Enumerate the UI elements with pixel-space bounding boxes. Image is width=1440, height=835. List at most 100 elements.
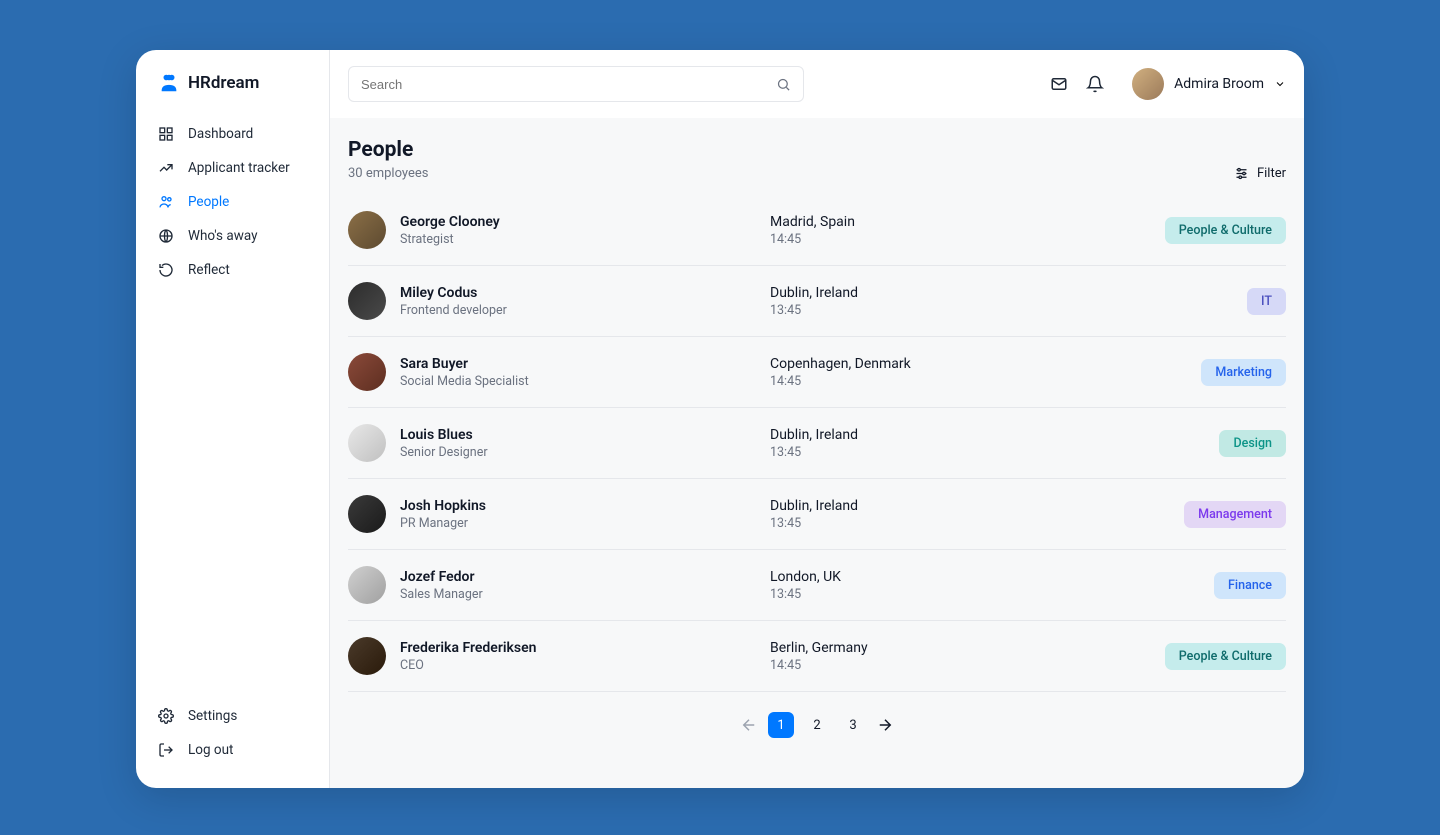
employee-name: George Clooney <box>400 214 770 230</box>
department-tag: Marketing <box>1201 359 1286 386</box>
logo-icon <box>158 72 180 94</box>
page-title: People <box>348 138 1286 162</box>
app-window: HRdream Dashboard Applicant tracker Peop… <box>136 50 1304 788</box>
employee-name: Sara Buyer <box>400 356 770 372</box>
search-input[interactable] <box>361 77 776 92</box>
globe-icon <box>158 228 174 244</box>
search-box[interactable] <box>348 66 804 102</box>
page-header: People 30 employees Filter <box>348 138 1286 181</box>
employee-role: PR Manager <box>400 516 770 531</box>
sidebar-item-applicant-tracker[interactable]: Applicant tracker <box>136 152 329 184</box>
avatar <box>348 211 386 249</box>
content: People 30 employees Filter George Cloone… <box>330 118 1304 788</box>
next-page-arrow-icon[interactable] <box>876 716 894 734</box>
employee-location-col: London, UK13:45 <box>770 569 1146 602</box>
filter-label: Filter <box>1257 166 1286 181</box>
logout-icon <box>158 742 174 758</box>
employee-identity: Josh HopkinsPR Manager <box>400 498 770 531</box>
department-tag: Design <box>1219 430 1286 457</box>
page-numbers: 123 <box>768 712 866 738</box>
employee-identity: Sara Buyer Social Media Specialist <box>400 356 770 389</box>
employee-role: Sales Manager <box>400 587 770 602</box>
sidebar-label: Settings <box>188 708 237 724</box>
logo-text: HRdream <box>188 73 259 93</box>
avatar <box>348 566 386 604</box>
user-menu[interactable]: Admira Broom <box>1132 68 1286 100</box>
employee-location: Dublin, Ireland <box>770 498 1146 514</box>
page-number[interactable]: 1 <box>768 712 794 738</box>
sidebar-item-settings[interactable]: Settings <box>136 700 329 732</box>
sidebar-item-logout[interactable]: Log out <box>136 734 329 766</box>
department-tag: Management <box>1184 501 1286 528</box>
employee-time: 13:45 <box>770 445 1146 460</box>
employee-identity: Frederika Frederiksen CEO <box>400 640 770 673</box>
avatar <box>348 637 386 675</box>
employee-identity: Jozef Fedor Sales Manager <box>400 569 770 602</box>
employee-role: Frontend developer <box>400 303 770 318</box>
filter-icon <box>1234 166 1249 181</box>
department-tag: People & Culture <box>1165 217 1286 244</box>
employee-location-col: Dublin, Ireland 13:45 <box>770 498 1146 531</box>
mail-icon[interactable] <box>1050 75 1068 93</box>
employee-row[interactable]: Sara Buyer Social Media SpecialistCopenha… <box>348 337 1286 408</box>
employee-identity: George ClooneyStrategist <box>400 214 770 247</box>
employee-tag-col: Design <box>1146 430 1286 457</box>
employee-count: 30 employees <box>348 166 428 181</box>
topbar: Admira Broom <box>330 50 1304 118</box>
employee-identity: Louis BluesSenior Designer <box>400 427 770 460</box>
employee-role: CEO <box>400 658 770 673</box>
bottom-nav: Settings Log out <box>136 700 329 766</box>
sidebar-label: Dashboard <box>188 126 253 142</box>
sidebar-item-people[interactable]: People <box>136 186 329 218</box>
avatar <box>348 282 386 320</box>
employee-row[interactable]: Jozef Fedor Sales ManagerLondon, UK13:45F… <box>348 550 1286 621</box>
search-icon <box>776 77 791 92</box>
employee-tag-col: Management <box>1146 501 1286 528</box>
filter-button[interactable]: Filter <box>1234 166 1286 181</box>
employee-location-col: Dublin, Ireland13:45 <box>770 285 1146 318</box>
employee-tag-col: Finance <box>1146 572 1286 599</box>
employee-location: Madrid, Spain <box>770 214 1146 230</box>
sidebar-label: Applicant tracker <box>188 160 290 176</box>
chevron-down-icon <box>1274 78 1286 90</box>
sidebar-item-whos-away[interactable]: Who's away <box>136 220 329 252</box>
employee-role: Social Media Specialist <box>400 374 770 389</box>
sidebar-item-reflect[interactable]: Reflect <box>136 254 329 286</box>
employee-role: Senior Designer <box>400 445 770 460</box>
employee-row[interactable]: Louis BluesSenior DesignerDublin, Irelan… <box>348 408 1286 479</box>
dashboard-icon <box>158 126 174 142</box>
employee-row[interactable]: Miley CodusFrontend developerDublin, Ire… <box>348 266 1286 337</box>
employee-row[interactable]: Frederika Frederiksen CEOBerlin, Germany1… <box>348 621 1286 692</box>
employee-row[interactable]: Josh HopkinsPR ManagerDublin, Ireland 13:… <box>348 479 1286 550</box>
department-tag: People & Culture <box>1165 643 1286 670</box>
employee-tag-col: People & Culture <box>1146 643 1286 670</box>
sidebar-label: Log out <box>188 742 233 758</box>
employee-time: 13:45 <box>770 303 1146 318</box>
sidebar-item-dashboard[interactable]: Dashboard <box>136 118 329 150</box>
employee-name: Jozef Fedor <box>400 569 770 585</box>
logo: HRdream <box>136 72 329 118</box>
employee-row[interactable]: George ClooneyStrategistMadrid, Spain 14:… <box>348 195 1286 266</box>
bell-icon[interactable] <box>1086 75 1104 93</box>
avatar <box>348 495 386 533</box>
sidebar: HRdream Dashboard Applicant tracker Peop… <box>136 50 330 788</box>
pagination: 123 <box>348 692 1286 738</box>
employee-time: 14:45 <box>770 232 1146 247</box>
sidebar-label: Reflect <box>188 262 230 278</box>
employee-time: 14:45 <box>770 658 1146 673</box>
page-number[interactable]: 2 <box>804 712 830 738</box>
employee-location-col: Dublin, Ireland13:45 <box>770 427 1146 460</box>
people-icon <box>158 194 174 210</box>
employee-name: Frederika Frederiksen <box>400 640 770 656</box>
employee-time: 13:45 <box>770 516 1146 531</box>
reflect-icon <box>158 262 174 278</box>
employee-location: London, UK <box>770 569 1146 585</box>
subhead-row: 30 employees Filter <box>348 166 1286 181</box>
avatar <box>348 424 386 462</box>
department-tag: IT <box>1247 288 1286 315</box>
page-number[interactable]: 3 <box>840 712 866 738</box>
employee-location: Copenhagen, Denmark <box>770 356 1146 372</box>
employee-location-col: Berlin, Germany14:45 <box>770 640 1146 673</box>
gear-icon <box>158 708 174 724</box>
prev-page-arrow-icon[interactable] <box>740 716 758 734</box>
